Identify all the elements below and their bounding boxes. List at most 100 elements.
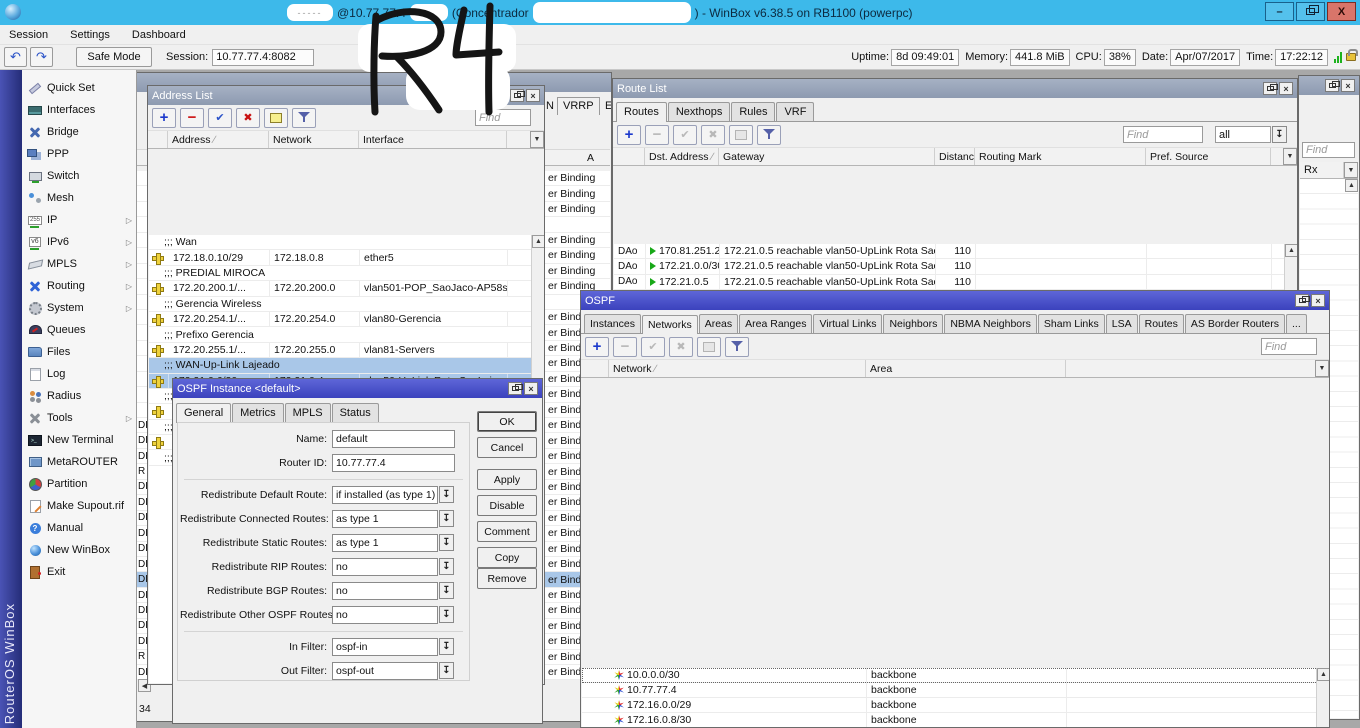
dropdown-icon[interactable]: ↧ [439,638,454,655]
close-button[interactable]: × [1279,82,1293,95]
sidebar-item[interactable]: IP ▷ [22,209,136,231]
table-row[interactable]: DAo 170.81.251.254 172.21.0.5 reachable … [614,244,1296,260]
dialog-button[interactable]: Apply [477,469,537,490]
tab[interactable]: VRF [776,102,815,121]
table-row[interactable]: ;;; WAN-Up-Link Lajeado [149,358,543,374]
column-pref-source[interactable]: Pref. Source [1146,148,1271,165]
menu-item[interactable]: Session [9,29,48,41]
remove-button[interactable]: − [613,336,637,357]
safe-mode-button[interactable]: Safe Mode [76,47,152,67]
undo-button[interactable]: ↶ [4,47,27,67]
column-dst-address[interactable]: Dst. Address ∕ [645,148,719,165]
combo-input[interactable]: no [332,557,438,576]
column-network[interactable]: Network ∕ [609,360,866,377]
scroll-up-button[interactable]: ▲ [1317,668,1329,681]
sidebar-item[interactable]: Tools ▷ [22,407,136,429]
combo-input[interactable]: ospf-out [332,661,438,680]
restore-button[interactable] [1263,82,1278,95]
dialog-button[interactable]: Disable [477,495,537,516]
enable-button[interactable]: ✔ [641,336,665,357]
text-input[interactable]: 10.77.77.4 [332,453,455,472]
table-row[interactable]: 10.0.0.0/30 backbone [582,668,1328,684]
scroll-up-button[interactable]: ▲ [1345,179,1358,192]
menu-item[interactable]: Dashboard [132,29,186,41]
tab[interactable]: LSA [1105,314,1138,333]
column-dropdown-icon[interactable]: ▼ [1283,148,1297,165]
text-input[interactable]: default [332,429,455,448]
dropdown-icon[interactable]: ↧ [439,558,454,575]
tab[interactable]: Status [331,403,379,422]
restore-button[interactable] [1295,294,1310,307]
filter-button[interactable] [757,124,781,145]
combo-input[interactable]: no [332,581,438,600]
comment-button[interactable] [697,336,721,357]
column-network[interactable]: Network [269,131,359,148]
search-input[interactable]: Find [1261,338,1317,355]
combo-input[interactable]: as type 1 [332,533,438,552]
sidebar-item[interactable]: Files ▷ [22,341,136,363]
disable-button[interactable]: ✖ [669,336,693,357]
restore-button[interactable] [508,382,523,395]
close-button[interactable]: × [524,382,538,395]
sidebar-item[interactable]: MPLS ▷ [22,253,136,275]
close-button[interactable]: × [1311,294,1325,307]
combo-input[interactable]: as type 1 [332,509,438,528]
dropdown-icon[interactable]: ↧ [439,510,454,527]
restore-button[interactable] [1296,2,1325,21]
tab[interactable]: Virtual Links [813,314,883,333]
sidebar-item[interactable]: MetaROUTER ▷ [22,451,136,473]
sidebar-item[interactable]: Interfaces ▷ [22,99,136,121]
sidebar-item[interactable]: IPv6 ▷ [22,231,136,253]
tab-fragment[interactable]: N [546,100,554,112]
minimize-button[interactable]: – [1265,2,1294,21]
session-value[interactable]: 10.77.77.4:8082 [212,48,315,66]
table-row[interactable]: ;;; Prefixo Gerencia [149,327,543,343]
tab[interactable]: ... [1286,314,1307,333]
tab[interactable]: General [176,403,232,423]
sidebar-item[interactable]: Bridge ▷ [22,121,136,143]
dialog-button[interactable]: OK [477,411,537,432]
tab[interactable]: Sham Links [1037,314,1105,333]
sidebar-item[interactable]: Queues ▷ [22,319,136,341]
sidebar-item[interactable]: Exit ▷ [22,561,136,583]
tab[interactable]: Instances [584,314,641,333]
dropdown-icon[interactable]: ↧ [439,534,454,551]
tab[interactable]: Routes [1138,314,1184,333]
table-row[interactable]: 172.20.200.1/... 172.20.200.0 vlan501-PO… [149,281,543,297]
comment-button[interactable] [264,107,288,128]
table-row[interactable]: 172.16.0.8/30 backbone [582,713,1328,727]
search-input[interactable]: Find [1302,142,1355,158]
sidebar-item[interactable]: Log ▷ [22,363,136,385]
add-button[interactable]: + [152,107,176,128]
combo-input[interactable]: no [332,605,438,624]
remove-button[interactable]: − [645,124,669,145]
column-address[interactable]: Address ∕ [168,131,269,148]
dialog-button[interactable]: Comment [477,521,537,542]
close-button[interactable]: × [526,89,540,102]
table-row[interactable]: DAo 172.21.0.0/30 172.21.0.5 reachable v… [614,259,1296,275]
table-row[interactable]: 172.20.254.1/... 172.20.254.0 vlan80-Ger… [149,311,543,328]
comment-button[interactable] [729,124,753,145]
combo-input[interactable]: ospf-in [332,637,438,656]
restore-button[interactable] [510,89,525,102]
dialog-button[interactable]: Cancel [477,437,537,458]
tab-fragment[interactable]: E [605,100,611,112]
dropdown-icon[interactable]: ↧ [439,582,454,599]
sidebar-item[interactable]: System ▷ [22,297,136,319]
sidebar-item[interactable]: Partition ▷ [22,473,136,495]
route-list-titlebar[interactable]: Route List × [613,79,1297,98]
table-row[interactable]: 172.20.255.1/... 172.20.255.0 vlan81-Ser… [149,342,543,359]
scrollbar[interactable]: ▲ [1316,668,1329,727]
table-row[interactable]: ;;; Gerencia Wireless [149,296,543,312]
column-area[interactable]: Area [866,360,1066,377]
route-filter-select[interactable]: all ↧ [1215,126,1287,143]
ospf-titlebar[interactable]: OSPF × [581,291,1329,310]
tab[interactable]: Networks [641,315,698,334]
dialog-button[interactable]: Remove [477,568,537,589]
disable-button[interactable]: ✖ [701,124,725,145]
column-gateway[interactable]: Gateway [719,148,935,165]
column-dropdown-icon[interactable]: ▼ [1344,162,1358,178]
add-button[interactable]: + [617,124,641,145]
right-panel-titlebar[interactable]: × [1299,76,1359,95]
dropdown-icon[interactable]: ↧ [439,662,454,679]
